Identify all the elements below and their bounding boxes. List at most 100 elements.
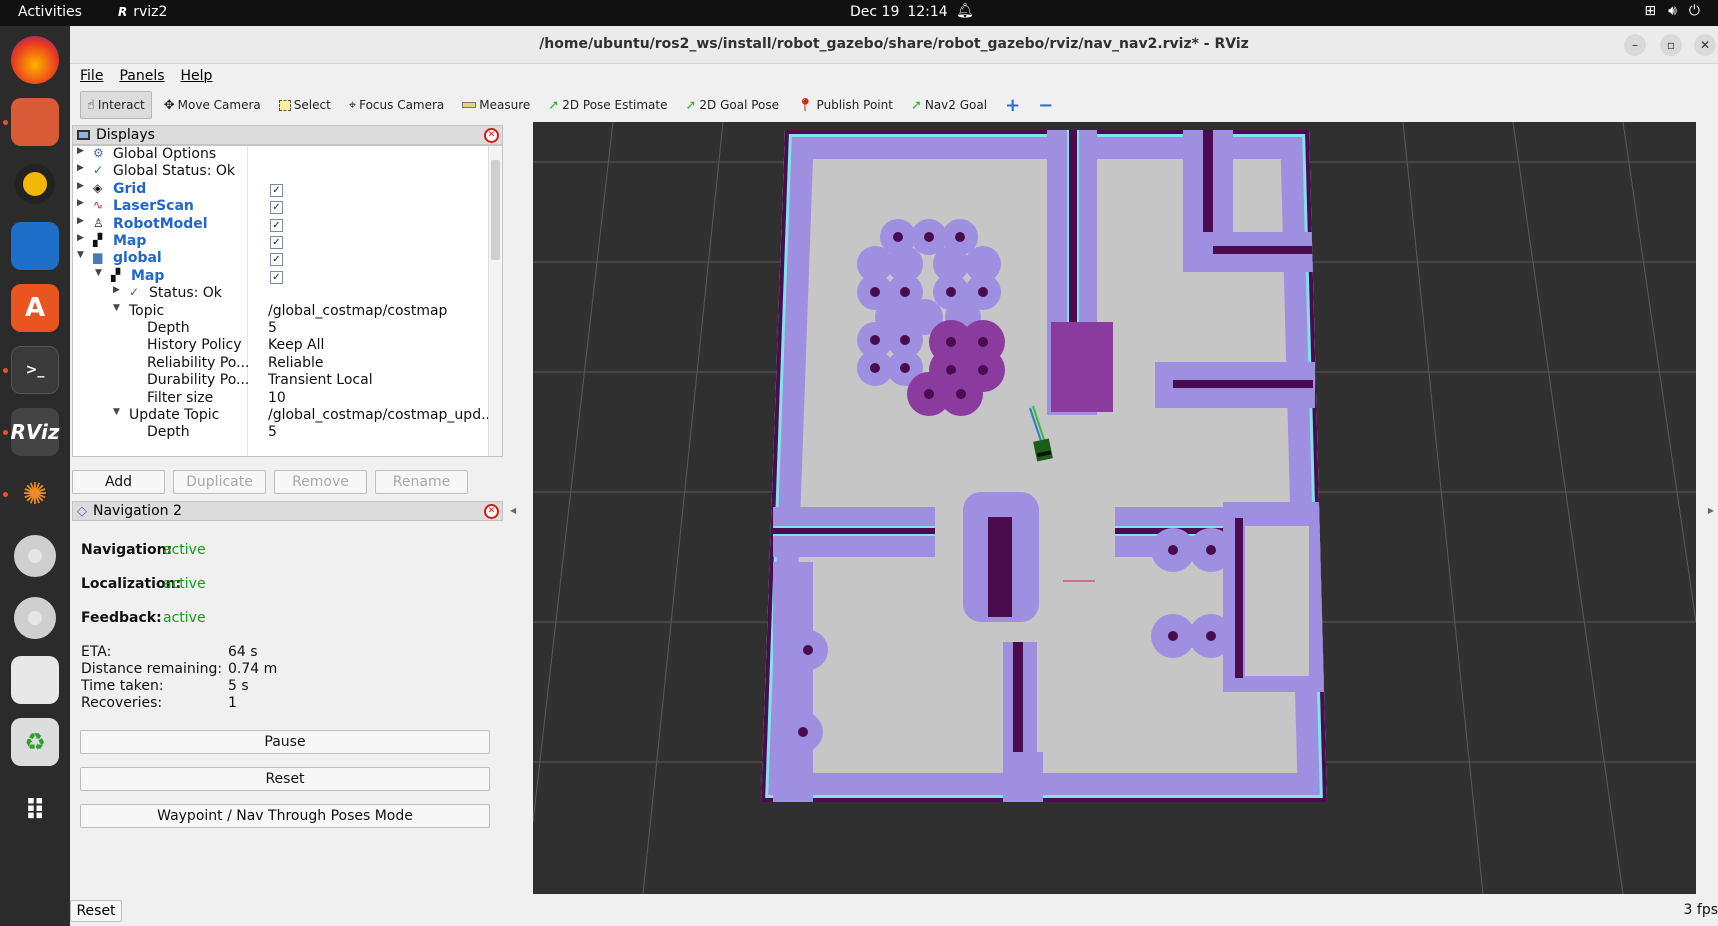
nav2-goal-tool[interactable]: ➚ Nav2 Goal: [905, 91, 993, 119]
reset-navigation-button[interactable]: Reset: [80, 767, 490, 791]
visibility-checkbox[interactable]: ✓: [270, 236, 283, 249]
collapse-arrow-icon[interactable]: ▼: [95, 268, 102, 278]
tree-row-reliability[interactable]: Reliability Po... Reliable: [73, 355, 488, 374]
tree-row-filter-size[interactable]: Filter size 10: [73, 390, 488, 409]
displays-panel: Displays ✕ ▶ ⚙ Global Options ▶ ✓ Global…: [72, 125, 503, 505]
collapse-arrow-icon[interactable]: ▼: [113, 303, 120, 313]
measure-label: Measure: [479, 98, 531, 112]
tree-row-global-status[interactable]: ▶ ✓ Global Status: Ok: [73, 163, 488, 182]
displays-tree[interactable]: ▶ ⚙ Global Options ▶ ✓ Global Status: Ok…: [72, 145, 503, 457]
tree-row-value[interactable]: Keep All: [268, 337, 324, 353]
tree-row-value[interactable]: 5: [268, 320, 277, 336]
bell-icon[interactable]: 🔔︎: [956, 3, 974, 19]
render-viewport[interactable]: [533, 122, 1696, 894]
tree-row-global-map[interactable]: ▼ ▞ Map ✓: [73, 268, 488, 287]
collapse-arrow-icon[interactable]: ▼: [113, 407, 120, 417]
tree-row-update-topic[interactable]: ▼ Update Topic /global_costmap/costmap_u…: [73, 407, 494, 426]
pose-estimate-tool[interactable]: ➚ 2D Pose Estimate: [542, 91, 673, 119]
select-tool[interactable]: Select: [273, 91, 337, 119]
tree-row-value[interactable]: 10: [268, 390, 286, 406]
navigation2-body: Navigation:active Localization:active Fe…: [72, 521, 503, 828]
rhythmbox-icon[interactable]: [11, 160, 59, 208]
gazebo-icon[interactable]: ✺: [11, 470, 59, 518]
writer-icon[interactable]: [11, 222, 59, 270]
close-button[interactable]: ✕: [1694, 34, 1716, 56]
expand-arrow-icon[interactable]: ▶: [77, 146, 84, 156]
tree-row-value[interactable]: /global_costmap/costmap: [268, 303, 447, 319]
expand-arrow-icon[interactable]: ▶: [113, 285, 120, 295]
goal-pose-tool[interactable]: ➚ 2D Goal Pose: [680, 91, 786, 119]
trash-icon[interactable]: ♻: [11, 718, 59, 766]
window-titlebar[interactable]: /home/ubuntu/ros2_ws/install/robot_gazeb…: [70, 26, 1718, 64]
time-taken-row: Time taken: 5 s: [81, 678, 249, 694]
menu-help[interactable]: Help: [181, 68, 213, 88]
disc-icon[interactable]: [11, 594, 59, 642]
add-button[interactable]: Add: [72, 470, 165, 494]
visibility-checkbox[interactable]: ✓: [270, 253, 283, 267]
app-grid-icon[interactable]: ⠿: [11, 786, 59, 834]
expand-arrow-icon[interactable]: ▶: [77, 216, 84, 226]
visibility-checkbox[interactable]: ✓: [270, 270, 283, 284]
visibility-checkbox[interactable]: ✓: [270, 183, 283, 197]
remove-button[interactable]: Remove: [274, 470, 367, 494]
minimize-button[interactable]: –: [1624, 34, 1646, 56]
interact-tool[interactable]: ☝ Interact: [80, 91, 152, 119]
tree-row-value[interactable]: /global_costmap/costmap_upd...: [268, 407, 494, 423]
menu-bar: File Panels Help: [70, 64, 1718, 88]
tree-row-laserscan[interactable]: ▶ ∿ LaserScan ✓: [73, 198, 488, 217]
collapse-left-arrow-icon[interactable]: ◀: [510, 506, 516, 515]
tree-row-durability[interactable]: Durability Po... Transient Local: [73, 372, 488, 391]
publish-point-tool[interactable]: 📍︎ Publish Point: [791, 91, 899, 119]
tree-row-value[interactable]: 5: [268, 424, 277, 440]
tree-row-depth[interactable]: Depth 5: [73, 320, 488, 339]
tree-row-value[interactable]: Transient Local: [268, 372, 373, 388]
visibility-checkbox[interactable]: ✓: [270, 201, 283, 215]
waypoint-mode-button[interactable]: Waypoint / Nav Through Poses Mode: [80, 804, 490, 828]
tree-row-update-depth[interactable]: Depth 5: [73, 424, 488, 443]
rviz-icon[interactable]: RViz: [10, 408, 60, 456]
menu-panels[interactable]: Panels: [119, 68, 164, 88]
measure-tool[interactable]: Measure: [456, 91, 536, 119]
close-icon[interactable]: ✕: [484, 128, 499, 143]
collapse-right-arrow-icon[interactable]: ▶: [1708, 506, 1714, 515]
collapse-arrow-icon[interactable]: ▼: [77, 250, 84, 260]
firefox-icon[interactable]: [11, 36, 59, 84]
tree-scrollbar[interactable]: [488, 146, 502, 456]
move-camera-tool[interactable]: ✥ Move Camera: [158, 91, 267, 119]
tree-row-robotmodel[interactable]: ▶ ♙ RobotModel ✓: [73, 216, 488, 235]
terminal-icon[interactable]: >_: [11, 346, 59, 394]
disc-icon[interactable]: [11, 532, 59, 580]
activities-button[interactable]: Activities: [18, 4, 82, 20]
tree-row-value[interactable]: Reliable: [268, 355, 323, 371]
folder-icon: ▆: [93, 250, 103, 265]
app-menu[interactable]: R rviz2: [118, 4, 167, 20]
tree-row-map[interactable]: ▶ ▞ Map ✓: [73, 233, 488, 252]
tree-row-history-policy[interactable]: History Policy Keep All: [73, 337, 488, 356]
tree-row-grid[interactable]: ▶ ◈ Grid ✓: [73, 181, 488, 200]
expand-arrow-icon[interactable]: ▶: [77, 163, 84, 173]
reset-button[interactable]: Reset: [70, 900, 122, 922]
menu-file[interactable]: File: [80, 68, 103, 88]
tree-row-global-options[interactable]: ▶ ⚙ Global Options: [73, 146, 488, 165]
tree-row-global[interactable]: ▼ ▆ global ✓: [73, 250, 488, 269]
expand-arrow-icon[interactable]: ▶: [77, 181, 84, 191]
visibility-checkbox[interactable]: ✓: [270, 218, 283, 232]
close-icon[interactable]: ✕: [484, 504, 499, 519]
tree-row-topic[interactable]: ▼ Topic /global_costmap/costmap: [73, 303, 488, 322]
add-tool-button[interactable]: +: [999, 91, 1026, 119]
pause-button[interactable]: Pause: [80, 730, 490, 754]
system-tray[interactable]: ⊞ 🔊︎ ⏻: [1644, 3, 1700, 19]
scrollbar-thumb[interactable]: [491, 160, 500, 260]
duplicate-button[interactable]: Duplicate: [173, 470, 266, 494]
maximize-button[interactable]: ▫: [1660, 34, 1682, 56]
focus-camera-tool[interactable]: ⌖ Focus Camera: [343, 91, 451, 119]
remove-tool-button[interactable]: −: [1032, 91, 1059, 119]
files-icon[interactable]: [11, 98, 59, 146]
rename-button[interactable]: Rename: [375, 470, 468, 494]
expand-arrow-icon[interactable]: ▶: [77, 198, 84, 208]
expand-arrow-icon[interactable]: ▶: [77, 233, 84, 243]
clock[interactable]: Dec 19 12:14: [850, 4, 948, 20]
software-center-icon[interactable]: A: [11, 284, 59, 332]
tree-row-status[interactable]: ▶ ✓ Status: Ok: [73, 285, 488, 304]
text-editor-icon[interactable]: [11, 656, 59, 704]
